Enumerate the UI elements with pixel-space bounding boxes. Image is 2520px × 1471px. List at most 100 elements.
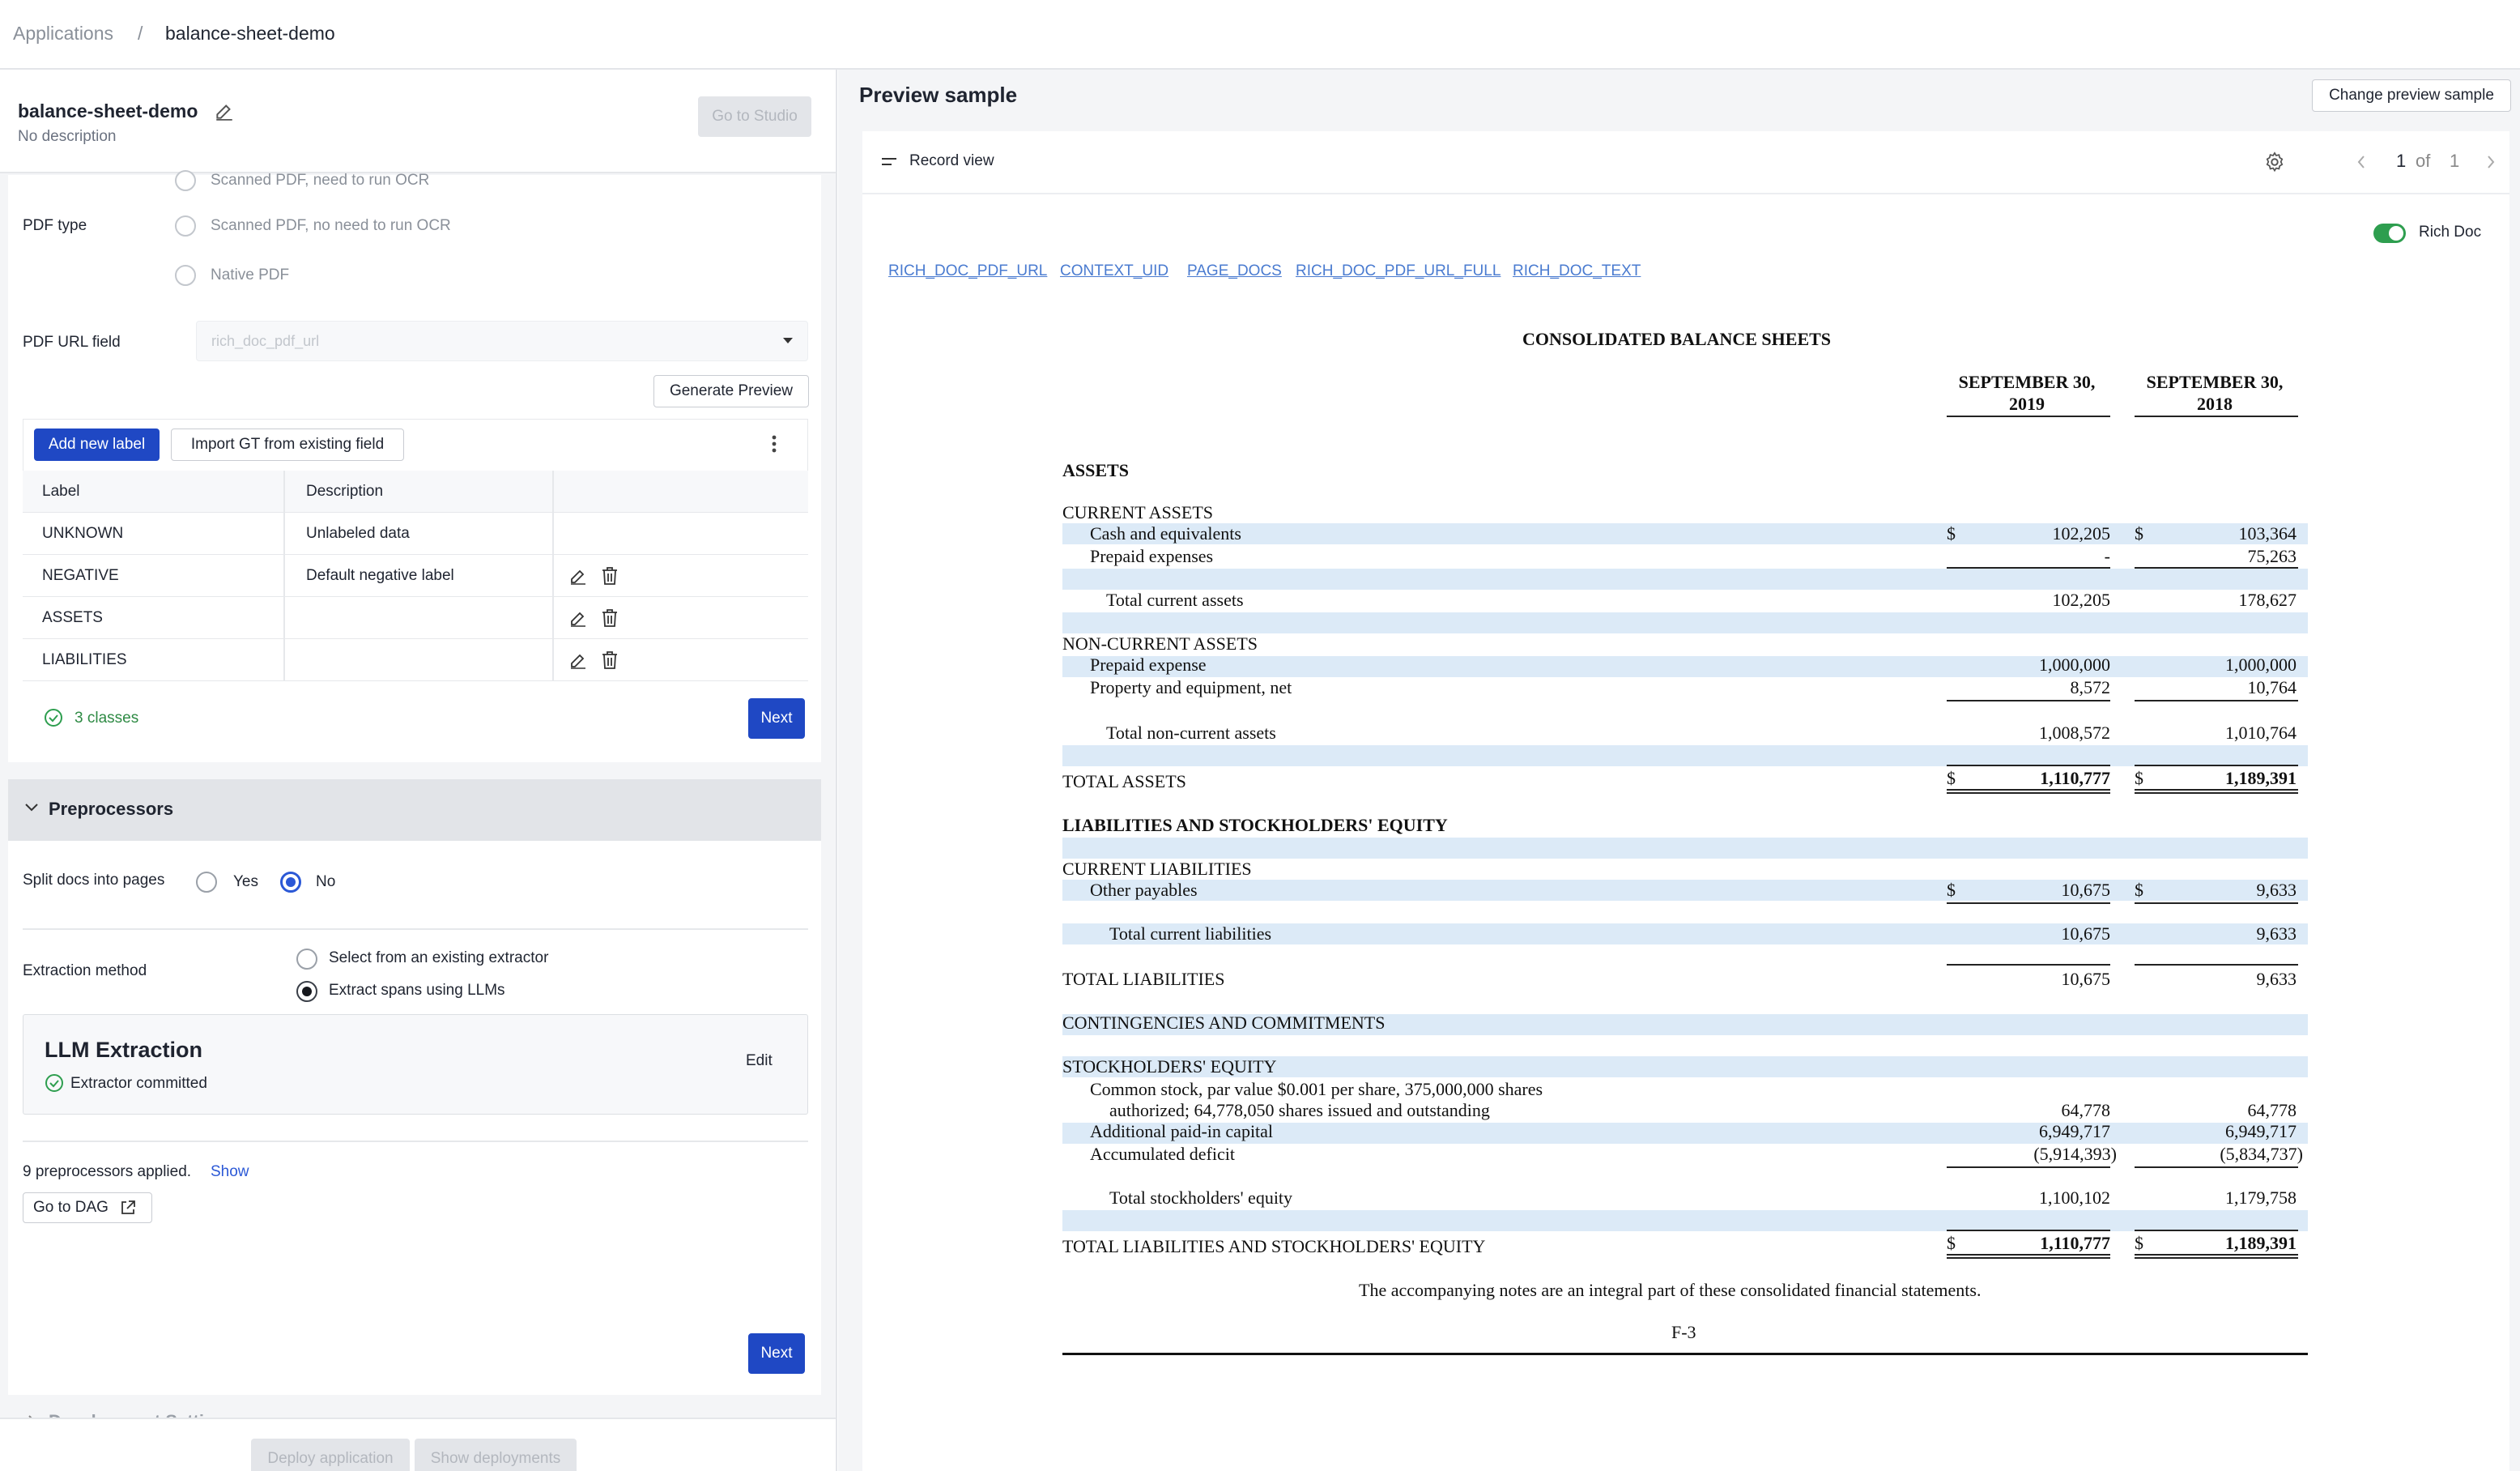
radio-split-yes[interactable] [196, 872, 217, 893]
pager-of: of [2416, 151, 2431, 171]
pdf-url-field-label: PDF URL field [23, 334, 121, 351]
table-row: LIABILITIES [23, 639, 808, 681]
chevron-right-icon[interactable] [2485, 154, 2497, 170]
radio-native-pdf[interactable] [175, 265, 196, 286]
cash-label: Cash and equivalents [1090, 523, 1241, 544]
add-new-label-button[interactable]: Add new label [34, 429, 160, 461]
preprocessors-header[interactable]: Preprocessors [8, 779, 821, 841]
current-liabilities-heading: CURRENT LIABILITIES [1062, 859, 1252, 879]
edit-icon[interactable] [568, 650, 588, 670]
rich-doc-toggle[interactable] [2373, 224, 2406, 243]
labels-next-button[interactable]: Next [748, 698, 805, 739]
total-current-assets-2018: 178,627 [2238, 590, 2297, 610]
total-non-current-label: Total non-current assets [1106, 723, 1276, 743]
show-preprocessors-link[interactable]: Show [211, 1163, 249, 1181]
pdf-url-select[interactable]: rich_doc_pdf_url [196, 321, 808, 361]
external-link-icon [120, 1200, 136, 1216]
pager-total: 1 [2450, 151, 2460, 171]
deficit-label: Accumulated deficit [1090, 1144, 1235, 1164]
radio-existing-extractor[interactable] [296, 949, 317, 970]
total-equity-label: Total stockholders' equity [1109, 1187, 1293, 1208]
preprocessors-card: Split docs into pages Yes No Extraction … [8, 841, 821, 1395]
col-header-line: 2018 [2197, 394, 2233, 414]
classes-count: 3 classes [74, 710, 139, 727]
total-current-liabilities-2018: 9,633 [2256, 923, 2297, 944]
option-llm-extraction: Extract spans using LLMs [329, 982, 505, 999]
non-current-assets-heading: NON-CURRENT ASSETS [1062, 633, 1258, 654]
generate-preview-button[interactable]: Generate Preview [653, 375, 809, 407]
change-preview-sample-button[interactable]: Change preview sample [2312, 79, 2511, 112]
other-payables-2018: 9,633 [2256, 880, 2297, 900]
trash-icon[interactable] [601, 566, 619, 586]
pdf-type-label: PDF type [23, 217, 87, 234]
total-liab-equity-2019: 1,110,777 [2040, 1233, 2110, 1253]
dollar-sign: $ [1947, 768, 1956, 788]
ppe-label: Property and equipment, net [1090, 677, 1292, 697]
total-current-assets-2019: 102,205 [2052, 590, 2111, 610]
stockholders-equity-heading: STOCKHOLDERS' EQUITY [1062, 1056, 1277, 1077]
trash-icon[interactable] [601, 650, 619, 670]
dollar-sign: $ [2135, 880, 2143, 900]
more-options-icon[interactable] [769, 433, 779, 455]
radio-scanned-ocr[interactable] [175, 170, 196, 191]
ppe-2019: 8,572 [2070, 677, 2111, 697]
labels-table-header: Label Description [23, 471, 808, 513]
prepaid-2019: - [2104, 546, 2110, 566]
label-config-card: Scanned PDF, need to run OCR PDF type Sc… [8, 170, 821, 762]
label-name: NEGATIVE [42, 567, 119, 584]
edit-extractor-button[interactable]: Edit [746, 1052, 773, 1070]
record-view-label[interactable]: Record view [909, 152, 994, 170]
app-name: balance-sheet-demo [18, 100, 198, 122]
total-assets-2019: 1,110,777 [2040, 768, 2110, 788]
list-icon [880, 156, 898, 168]
total-current-liabilities-label: Total current liabilities [1109, 923, 1272, 944]
radio-scanned-no-ocr[interactable] [175, 215, 196, 237]
check-circle-icon [45, 1073, 64, 1093]
edit-name-icon[interactable] [214, 100, 235, 122]
breadcrumb-applications[interactable]: Applications [13, 23, 113, 45]
option-scanned-ocr: Scanned PDF, need to run OCR [211, 172, 430, 189]
label-name: LIABILITIES [42, 651, 127, 668]
total-non-current-2018: 1,010,764 [2225, 723, 2297, 743]
total-non-current-2019: 1,008,572 [2039, 723, 2110, 743]
label-description: Default negative label [306, 567, 454, 584]
rich-doc-label: Rich Doc [2419, 224, 2482, 241]
col-header-line: SEPTEMBER 30, [1958, 372, 2096, 392]
total-liabilities-2018: 9,633 [2256, 969, 2297, 989]
prepaid-expense-2018: 1,000,000 [2225, 654, 2297, 675]
total-assets-label: TOTAL ASSETS [1062, 771, 1186, 791]
deploy-application-button[interactable]: Deploy application [251, 1439, 410, 1471]
split-docs-label: Split docs into pages [23, 872, 165, 889]
other-payables-label: Other payables [1090, 880, 1198, 900]
go-to-studio-button[interactable]: Go to Studio [698, 96, 811, 137]
other-payables-2019: 10,675 [2061, 880, 2111, 900]
total-liab-equity-label: TOTAL LIABILITIES AND STOCKHOLDERS' EQUI… [1062, 1236, 1486, 1256]
import-gt-button[interactable]: Import GT from existing field [171, 429, 404, 461]
radio-llm-extraction[interactable] [296, 981, 317, 1002]
pdf-url-select-value: rich_doc_pdf_url [211, 333, 320, 349]
radio-split-no[interactable] [280, 872, 301, 893]
edit-icon[interactable] [568, 608, 588, 628]
breadcrumb-separator: / [138, 23, 143, 44]
apic-label: Additional paid-in capital [1090, 1121, 1274, 1141]
app-header: balance-sheet-demo No description Go to … [0, 70, 836, 173]
split-yes-label: Yes [233, 873, 258, 890]
show-deployments-button[interactable]: Show deployments [415, 1439, 577, 1471]
prepaid-expense-label: Prepaid expense [1090, 654, 1207, 675]
option-existing-extractor: Select from an existing extractor [329, 949, 549, 966]
field-link-rich-doc-pdf-url[interactable]: RICH_DOC_PDF_URL [888, 262, 1047, 280]
preprocessors-title: Preprocessors [49, 799, 174, 819]
chevron-left-icon[interactable] [2356, 154, 2367, 170]
table-row: UNKNOWN Unlabeled data [23, 513, 808, 555]
common-stock-line-1: Common stock, par value $0.001 per share… [1090, 1079, 1543, 1099]
dollar-sign: $ [2135, 768, 2143, 788]
go-to-dag-button[interactable]: Go to DAG [23, 1192, 152, 1223]
gear-icon[interactable] [2263, 151, 2286, 173]
split-no-label: No [316, 873, 336, 890]
preprocessors-applied-text: 9 preprocessors applied. [23, 1163, 192, 1180]
edit-icon[interactable] [568, 566, 588, 586]
trash-icon[interactable] [601, 608, 619, 628]
preprocessors-next-button[interactable]: Next [748, 1333, 805, 1374]
total-assets-2018: 1,189,391 [2225, 768, 2297, 788]
ppe-2018: 10,764 [2247, 677, 2297, 697]
